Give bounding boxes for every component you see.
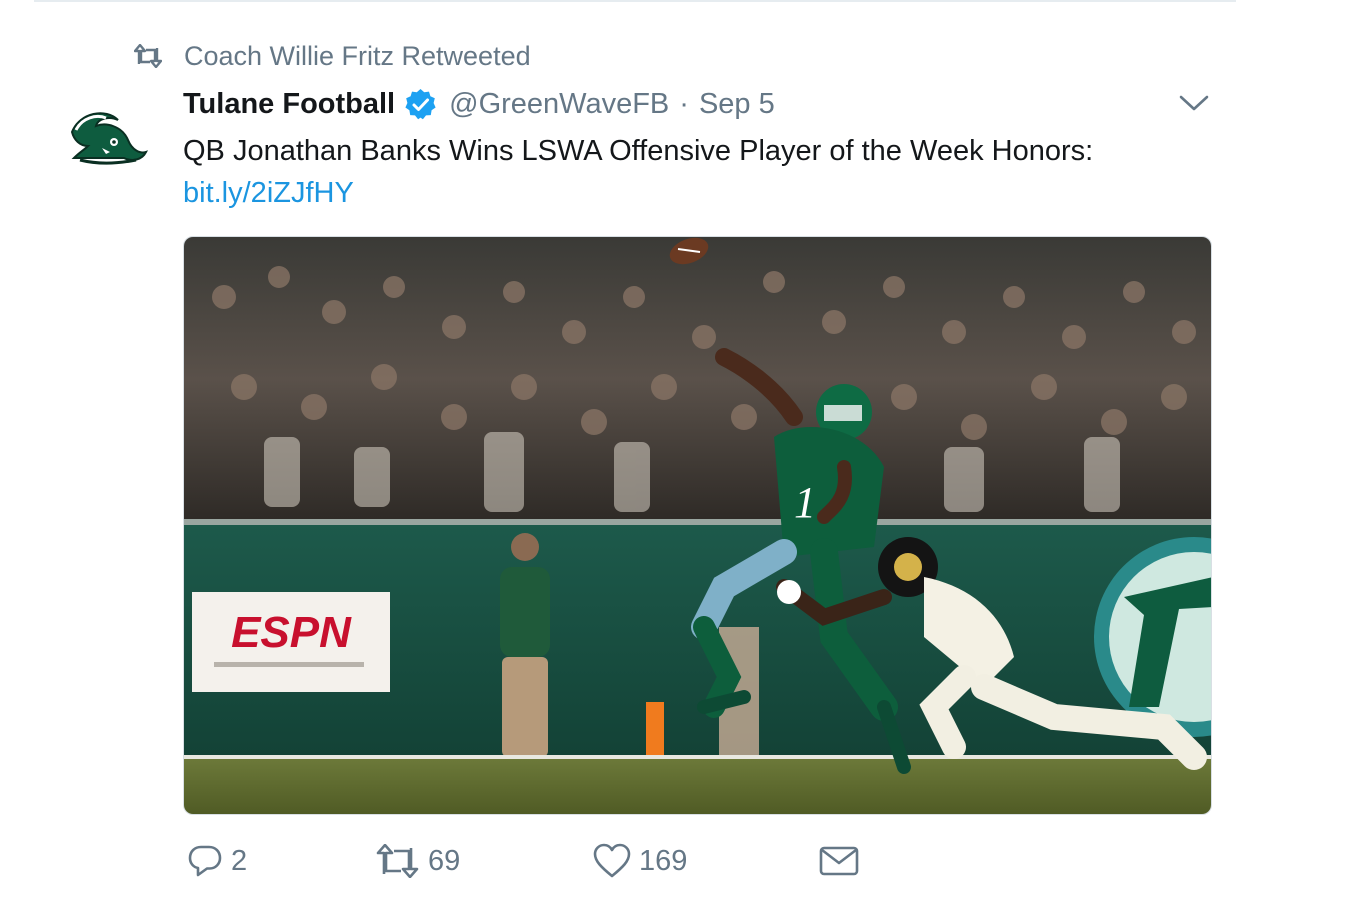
fullname[interactable]: Tulane Football: [183, 88, 395, 121]
football-photo: ESPN 1: [184, 237, 1211, 814]
tweet-media-photo[interactable]: ESPN 1: [183, 236, 1212, 815]
more-options-button[interactable]: [1178, 92, 1210, 114]
like-button[interactable]: 169: [593, 838, 687, 884]
chevron-down-icon: [1179, 95, 1209, 111]
tweet-link[interactable]: bit.ly/2iZJfHY: [183, 172, 1243, 214]
handle[interactable]: @GreenWaveFB: [449, 88, 669, 121]
tweet-text: QB Jonathan Banks Wins LSWA Offensive Pl…: [183, 130, 1243, 214]
retweet-icon: [134, 44, 162, 68]
reply-icon: [187, 843, 223, 879]
svg-text:1: 1: [794, 478, 816, 527]
verified-badge-icon: [404, 88, 437, 121]
direct-message-button[interactable]: [819, 838, 867, 884]
tweet[interactable]: Coach Willie Fritz Retweeted Tulane Foot…: [0, 0, 1349, 915]
retweet-button[interactable]: 69: [376, 838, 460, 884]
reply-button[interactable]: 2: [187, 838, 247, 884]
like-count: 169: [639, 844, 688, 877]
retweet-icon: [376, 844, 420, 878]
tweet-header: Tulane Football @GreenWaveFB · Sep 5: [183, 84, 775, 124]
espn-sign-text: ESPN: [231, 608, 352, 657]
tweet-body: QB Jonathan Banks Wins LSWA Offensive Pl…: [183, 135, 1094, 167]
avatar[interactable]: [66, 104, 150, 174]
envelope-icon: [819, 844, 859, 878]
green-wave-logo-icon: [70, 112, 148, 165]
timestamp[interactable]: Sep 5: [699, 88, 775, 121]
retweet-context-text[interactable]: Coach Willie Fritz Retweeted: [184, 41, 531, 72]
retweet-count: 69: [428, 844, 461, 877]
separator-dot: ·: [679, 87, 689, 120]
reply-count: 2: [231, 844, 248, 877]
heart-icon: [593, 843, 631, 879]
retweet-context: Coach Willie Fritz Retweeted: [134, 38, 531, 74]
